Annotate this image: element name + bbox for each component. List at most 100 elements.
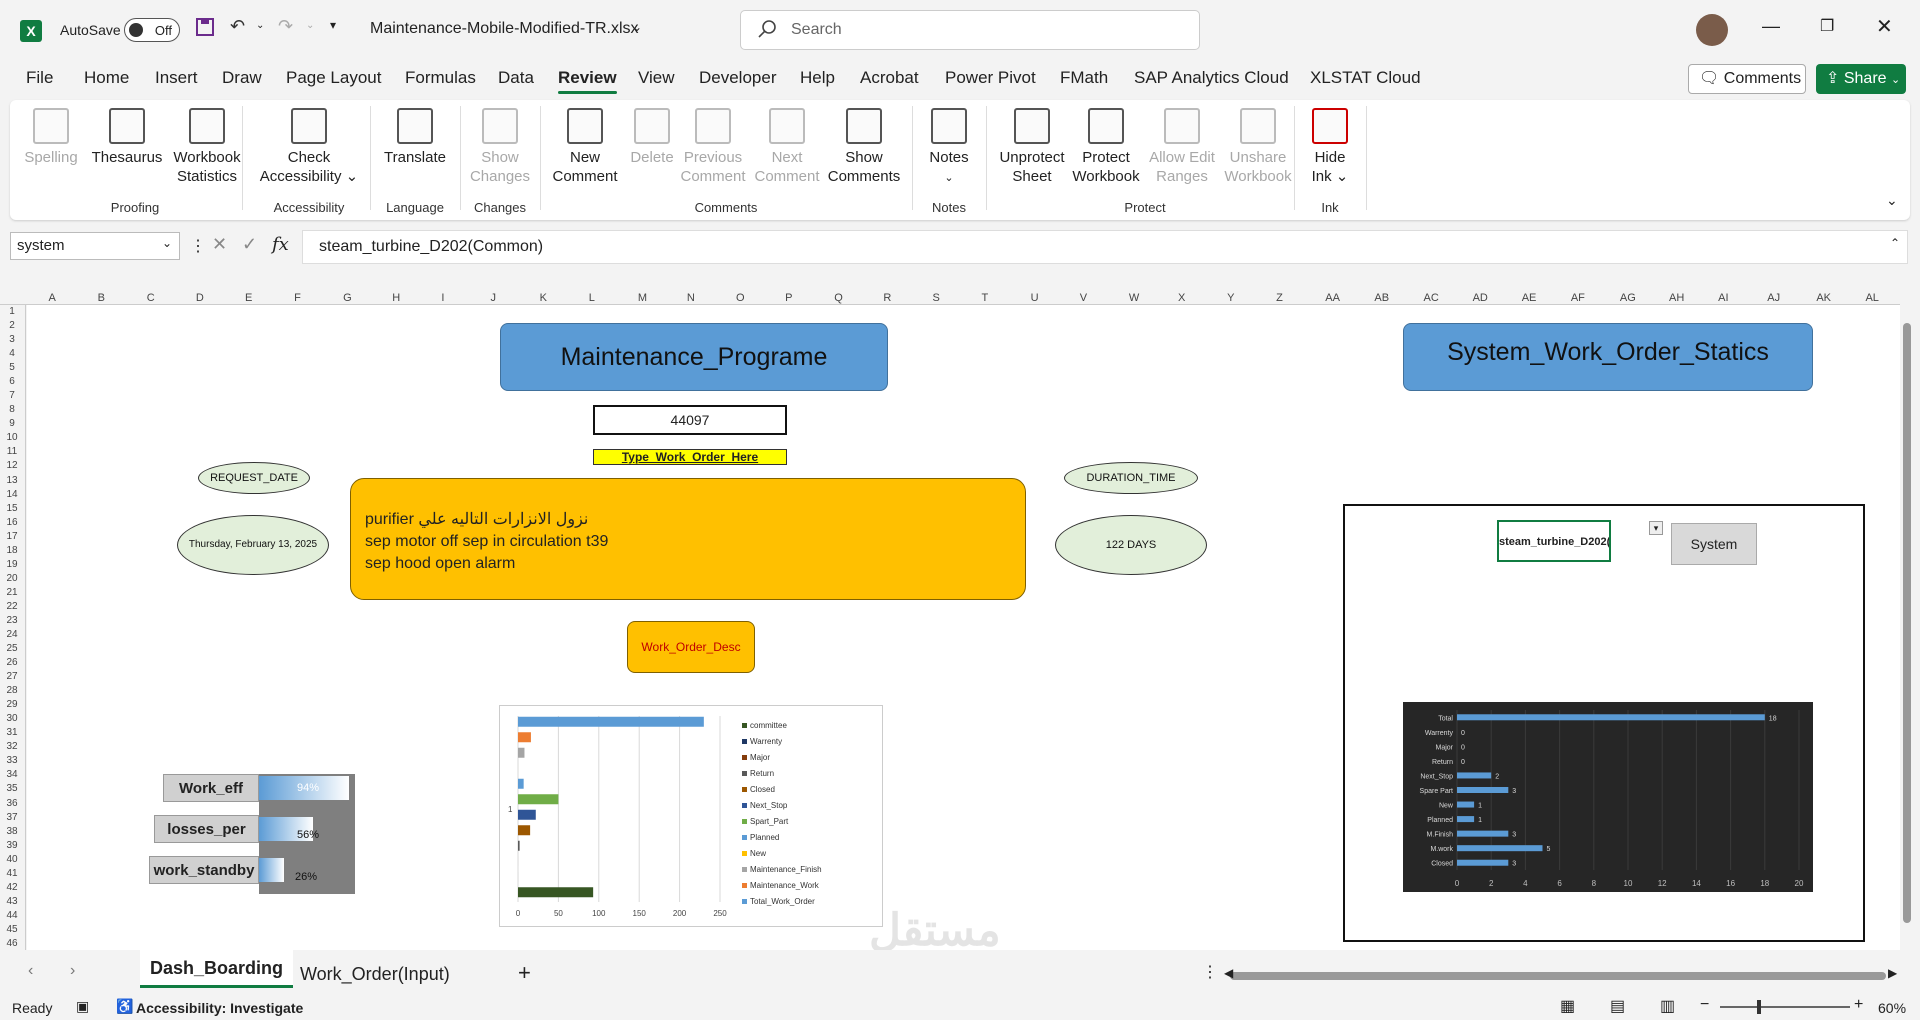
unshare-workbook-button[interactable]: Unshare Workbook — [1218, 108, 1298, 186]
menu-sap-analytics-cloud[interactable]: SAP Analytics Cloud — [1134, 68, 1289, 88]
tab-scroll-right-icon[interactable]: › — [70, 962, 75, 980]
row-header[interactable]: 40 — [0, 854, 24, 865]
row-header[interactable]: 26 — [0, 658, 24, 668]
column-header[interactable]: Q — [834, 291, 843, 305]
workbook-statistics-button[interactable]: Workbook Statistics — [168, 108, 246, 186]
more-options-icon[interactable]: ⋮ — [190, 236, 206, 256]
column-header[interactable]: Z — [1276, 291, 1283, 305]
macro-recording-icon[interactable]: ▣ — [76, 998, 89, 1015]
tab-work-order-input[interactable]: Work_Order(Input) — [300, 964, 450, 985]
zoom-slider[interactable] — [1720, 1006, 1850, 1008]
undo-icon[interactable]: ↶ — [230, 16, 245, 37]
column-header[interactable]: E — [245, 291, 252, 305]
column-header[interactable]: AL — [1865, 291, 1878, 305]
avatar[interactable] — [1696, 14, 1728, 46]
column-header[interactable]: K — [540, 291, 547, 305]
check-accessibility-button[interactable]: Check Accessibility ⌄ — [254, 108, 364, 186]
row-header[interactable]: 29 — [0, 700, 24, 710]
ribbon-collapse-chevron-down-icon[interactable]: ⌄ — [1886, 192, 1898, 209]
undo-dropdown-icon[interactable]: ⌄ — [256, 20, 264, 31]
zoom-in-icon[interactable]: + — [1854, 996, 1863, 1014]
column-header[interactable]: AH — [1669, 291, 1684, 305]
work-order-desc-button[interactable]: Work_Order_Desc — [627, 621, 755, 673]
column-header[interactable]: H — [392, 291, 400, 305]
row-header[interactable]: 16 — [0, 517, 24, 528]
row-header[interactable]: 2 — [0, 321, 24, 331]
row-header[interactable]: 19 — [0, 559, 24, 570]
row-header[interactable]: 18 — [0, 545, 24, 556]
page-layout-view-icon[interactable]: ▤ — [1610, 996, 1625, 1016]
column-header[interactable]: C — [147, 291, 155, 305]
column-header[interactable]: AB — [1374, 291, 1389, 305]
work-order-number[interactable]: 44097 — [593, 405, 787, 435]
page-break-view-icon[interactable]: ▥ — [1660, 996, 1675, 1016]
column-header[interactable]: AI — [1718, 291, 1728, 305]
row-header[interactable]: 25 — [0, 644, 24, 654]
menu-draw[interactable]: Draw — [222, 68, 262, 88]
column-header[interactable]: D — [196, 291, 204, 305]
type-work-order[interactable]: Type_Work_Order_Here — [593, 449, 787, 465]
row-header[interactable]: 21 — [0, 587, 24, 598]
column-header[interactable]: M — [638, 291, 647, 305]
translate-button[interactable]: Translate — [376, 108, 454, 167]
row-header[interactable]: 9 — [0, 419, 24, 429]
menu-developer[interactable]: Developer — [699, 68, 777, 88]
column-header[interactable]: B — [98, 291, 105, 305]
previous-comment-button[interactable]: Previous Comment — [676, 108, 750, 186]
menu-data[interactable]: Data — [498, 68, 534, 88]
column-header[interactable]: A — [49, 291, 56, 305]
save-icon[interactable] — [196, 18, 214, 41]
work-order-description-box[interactable]: purifier نزول الانزارات التاليه علي sep … — [350, 478, 1026, 600]
row-header[interactable]: 3 — [0, 335, 24, 345]
row-header[interactable]: 11 — [0, 447, 24, 457]
row-header[interactable]: 23 — [0, 615, 24, 626]
column-header[interactable]: N — [687, 291, 695, 305]
name-box[interactable]: system — [10, 232, 180, 260]
menu-review[interactable]: Review — [558, 68, 617, 94]
row-header[interactable]: 44 — [0, 910, 24, 921]
maintenance-program-title[interactable]: Maintenance_Programe — [500, 323, 888, 391]
horizontal-scrollbar[interactable] — [1230, 972, 1886, 980]
system-chart[interactable]: 0 2 4 6 8 10 12 14 16 18 20 Total 18 Warrenty 0 Major 0 R… — [1403, 702, 1813, 892]
column-header[interactable]: AD — [1473, 291, 1488, 305]
menu-insert[interactable]: Insert — [155, 68, 198, 88]
scroll-left-icon[interactable]: ◀ — [1224, 966, 1233, 980]
row-header[interactable]: 30 — [0, 714, 24, 724]
menu-file[interactable]: File — [26, 68, 53, 88]
zoom-level[interactable]: 60% — [1878, 1000, 1906, 1016]
show-changes-button[interactable]: Show Changes — [466, 108, 534, 186]
column-header[interactable]: U — [1031, 291, 1039, 305]
autosave-toggle[interactable]: Off — [124, 18, 180, 42]
next-comment-button[interactable]: Next Comment — [750, 108, 824, 186]
tab-scroll-left-icon[interactable]: ‹ — [28, 962, 33, 980]
row-header[interactable]: 41 — [0, 868, 24, 879]
accessibility-icon[interactable]: ♿ — [116, 998, 133, 1015]
share-button[interactable]: ⇪ Share ⌄ — [1816, 64, 1906, 94]
row-header[interactable]: 34 — [0, 770, 24, 780]
delete-comment-button[interactable]: Delete — [624, 108, 680, 167]
show-comments-button[interactable]: Show Comments — [824, 108, 904, 186]
row-header[interactable]: 6 — [0, 377, 24, 387]
row-header[interactable]: 36 — [0, 798, 24, 809]
row-header[interactable]: 38 — [0, 826, 24, 837]
cancel-icon[interactable]: ✕ — [212, 234, 227, 255]
column-header[interactable]: P — [785, 291, 792, 305]
accessibility-status[interactable]: Accessibility: Investigate — [136, 1000, 303, 1016]
redo-dropdown-icon[interactable]: ⌄ — [306, 20, 314, 31]
column-header[interactable]: J — [491, 291, 497, 305]
restore-icon[interactable]: ❐ — [1820, 16, 1834, 36]
column-header[interactable]: F — [294, 291, 301, 305]
worksheet-grid[interactable]: Maintenance_Programe System_Work_Order_S… — [27, 305, 1900, 998]
row-header[interactable]: 28 — [0, 686, 24, 696]
row-header[interactable]: 12 — [0, 461, 24, 471]
column-header[interactable]: X — [1178, 291, 1185, 305]
column-header[interactable]: Y — [1227, 291, 1234, 305]
scrollbar-thumb[interactable] — [1903, 323, 1911, 923]
menu-help[interactable]: Help — [800, 68, 835, 88]
customize-toolbar-icon[interactable]: ▾ — [330, 18, 336, 32]
column-header[interactable]: S — [932, 291, 939, 305]
close-icon[interactable]: ✕ — [1876, 14, 1893, 39]
zoom-slider-thumb[interactable] — [1757, 1000, 1762, 1014]
row-header[interactable]: 24 — [0, 630, 24, 640]
column-header[interactable]: AE — [1522, 291, 1537, 305]
